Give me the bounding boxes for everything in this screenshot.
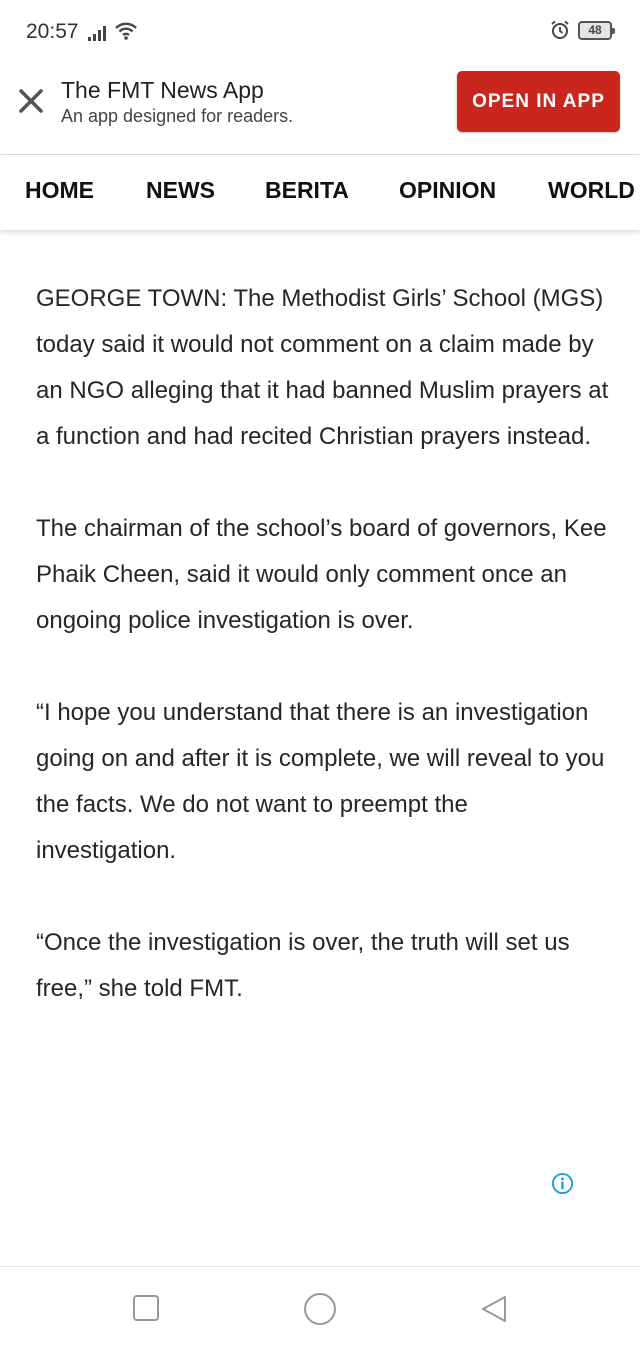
nav-item-news[interactable]: NEWS [146,177,215,204]
nav-item-home[interactable]: HOME [25,177,94,204]
nav-item-berita[interactable]: BERITA [265,177,349,204]
home-button[interactable] [303,1292,337,1326]
battery-icon: 48 [578,20,615,40]
article-paragraph: “Once the investigation is over, the tru… [36,929,570,1002]
article-paragraph: “I hope you understand that there is an … [36,699,605,864]
wifi-icon [115,22,137,40]
article-paragraph: GEORGE TOWN: The Methodist Girls’ School… [36,285,609,450]
article-paragraph: The chairman of the school’s board of go… [36,515,607,634]
status-bar: 20:57 48 [0,0,640,66]
alarm-icon [551,20,569,39]
banner-title: The FMT News App [61,77,264,103]
article-body: GEORGE TOWN: The Methodist Girls’ School… [36,276,611,1058]
nav-item-world[interactable]: WORLD [548,177,635,204]
close-icon[interactable] [16,86,46,116]
open-in-app-button[interactable]: OPEN IN APP [457,71,620,132]
section-nav: HOME NEWS BERITA OPINION WORLD [0,155,640,230]
nav-item-opinion[interactable]: OPINION [399,177,496,204]
battery-level: 48 [588,23,602,37]
status-time: 20:57 [26,20,79,43]
recents-button[interactable] [132,1294,160,1322]
info-icon[interactable] [551,1172,574,1195]
banner-subtitle: An app designed for readers. [61,106,294,126]
app-banner: The FMT News App An app designed for rea… [0,66,640,155]
back-button[interactable] [479,1294,509,1324]
signal-icon [88,26,106,41]
system-nav-bar [0,1266,640,1351]
